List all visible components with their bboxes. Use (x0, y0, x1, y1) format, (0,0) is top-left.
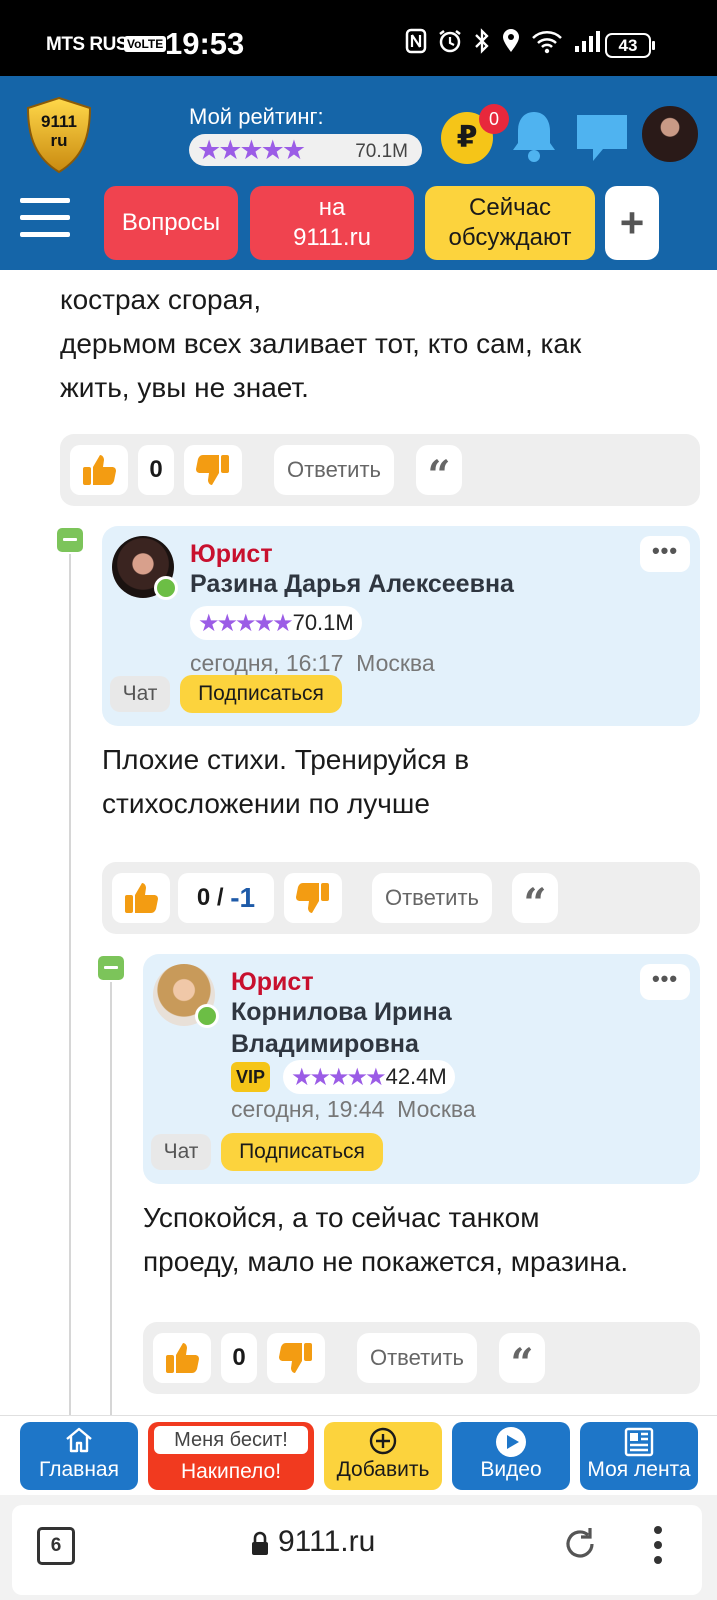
like-button[interactable] (112, 873, 170, 923)
url-text[interactable]: 9111.ru (278, 1525, 375, 1559)
comment-text: Плохие стихи. Тренируйся в стихосложении… (102, 744, 470, 819)
comment-meta: сегодня, 16:17 Москва (190, 650, 435, 676)
more-options-button[interactable]: ••• (640, 964, 690, 1000)
comment-author-card: Юрист Разина Дарья Алексеевна ★★★★★ 70.1… (102, 526, 700, 726)
author-role: Юрист (190, 540, 273, 568)
site-header: 9111 ru Мой рейтинг: ★★★★★ 70.1M ₽ 0 Воп… (0, 76, 717, 270)
vote-count: 0 (138, 445, 174, 495)
thumbs-up-icon (125, 883, 158, 913)
status-bar: MTS RUS VoLTE 19:53 43 (0, 0, 717, 76)
notifications-bell-icon[interactable] (509, 108, 559, 164)
comment-action-bar: 0 Ответить “ (143, 1322, 700, 1394)
vote-count: 0 / -1 (178, 873, 274, 923)
online-status-dot (195, 1004, 219, 1028)
vip-badge: VIP (231, 1062, 271, 1092)
like-button[interactable] (153, 1333, 211, 1383)
my-rating-bar[interactable]: ★★★★★ 70.1M (189, 134, 422, 166)
collapse-thread-button[interactable] (57, 528, 83, 552)
comment-text: Успокойся, а то сейчас танком проеду, ма… (143, 1202, 629, 1277)
reply-button[interactable]: Ответить (372, 873, 492, 923)
nav-my-feed[interactable]: Моя лента (580, 1422, 698, 1490)
nav-home[interactable]: Главная (20, 1422, 138, 1490)
author-name[interactable]: Корнилова Ирина Владимировна (231, 996, 452, 1060)
thumbs-up-icon (166, 1343, 199, 1373)
author-rating: ★★★★★ 70.1M (190, 606, 362, 640)
newspaper-icon (580, 1426, 698, 1458)
bluetooth-icon (473, 28, 491, 64)
user-avatar[interactable] (640, 104, 700, 164)
quote-button[interactable]: “ (499, 1333, 545, 1387)
thumbs-down-icon (279, 1343, 312, 1373)
thread-line (69, 554, 71, 1415)
messages-chat-icon[interactable] (574, 112, 630, 164)
site-logo-text: 9111 ru (41, 112, 77, 150)
thread-line (110, 982, 112, 1415)
thumbs-up-icon (83, 455, 116, 485)
author-name[interactable]: Разина Дарья Алексеевна (190, 568, 514, 600)
dislike-button[interactable] (284, 873, 342, 923)
comment-meta: сегодня, 19:44 Москва (231, 1096, 476, 1122)
quote-button[interactable]: “ (512, 873, 558, 927)
reload-icon[interactable] (561, 1525, 599, 1563)
rating-stars: ★★★★★ (198, 609, 294, 637)
status-icons (405, 28, 605, 64)
thumbs-down-icon (196, 455, 229, 485)
dislike-button[interactable] (267, 1333, 325, 1383)
comments-thread: кострах сгорая, дерьмом всех заливает то… (0, 270, 717, 1415)
reply-button[interactable]: Ответить (357, 1333, 477, 1383)
rating-value: 70.1M (292, 610, 354, 635)
quote-button[interactable]: “ (416, 445, 462, 499)
tab-switcher-button[interactable]: 6 (37, 1527, 75, 1565)
post-action-bar: 0 Ответить “ (60, 434, 700, 506)
questions-button[interactable]: Вопросы (104, 186, 238, 260)
home-icon (20, 1426, 138, 1454)
location-icon (501, 28, 521, 64)
nav-rant[interactable]: Меня бесит! Накипело! (148, 1422, 314, 1490)
carrier-label: MTS RUS (46, 34, 129, 55)
thumbs-down-icon (296, 883, 329, 913)
coin-count-badge: 0 (479, 104, 509, 134)
dislike-button[interactable] (184, 445, 242, 495)
nav-add[interactable]: Добавить (324, 1422, 442, 1490)
alarm-icon (437, 28, 463, 64)
rating-stars: ★★★★★ (291, 1063, 387, 1091)
on-9111-button[interactable]: на 9111.ru (250, 186, 414, 260)
subscribe-button[interactable]: Подписаться (221, 1133, 383, 1171)
vote-count: 0 (221, 1333, 257, 1383)
rating-stars: ★★★★★ (197, 135, 306, 165)
chat-button[interactable]: Чат (151, 1134, 211, 1170)
chat-button[interactable]: Чат (110, 676, 170, 712)
discussing-now-button[interactable]: Сейчас обсуждают (425, 186, 595, 260)
volte-badge: VoLTE (124, 36, 167, 52)
status-time: 19:53 (165, 26, 245, 61)
online-status-dot (154, 576, 178, 600)
battery-indicator: 43 (605, 33, 655, 58)
add-circle-icon (324, 1426, 442, 1456)
author-role: Юрист (231, 968, 314, 996)
browser-menu-icon[interactable] (654, 1526, 662, 1571)
lock-icon (252, 1531, 268, 1555)
signal-icon (573, 28, 605, 64)
rating-value: 70.1M (355, 141, 408, 162)
menu-hamburger-icon[interactable] (20, 198, 70, 240)
author-rating: ★★★★★ 42.4M (283, 1060, 455, 1094)
comment-action-bar: 0 / -1 Ответить “ (102, 862, 700, 934)
wifi-icon (531, 28, 563, 64)
nfc-icon (405, 28, 427, 64)
my-rating-title: Мой рейтинг: (189, 104, 324, 129)
add-plus-button[interactable]: + (605, 186, 659, 260)
rating-value: 42.4M (385, 1064, 447, 1089)
comment-author-card: Юрист Корнилова Ирина Владимировна VIP ★… (143, 954, 700, 1184)
nav-video[interactable]: Видео (452, 1422, 570, 1490)
subscribe-button[interactable]: Подписаться (180, 675, 342, 713)
post-text: кострах сгорая, дерьмом всех заливает то… (60, 270, 700, 410)
collapse-thread-button[interactable] (98, 956, 124, 980)
like-button[interactable] (70, 445, 128, 495)
post-text-cut-line (60, 270, 700, 278)
play-icon (452, 1426, 570, 1458)
more-options-button[interactable]: ••• (640, 536, 690, 572)
reply-button[interactable]: Ответить (274, 445, 394, 495)
